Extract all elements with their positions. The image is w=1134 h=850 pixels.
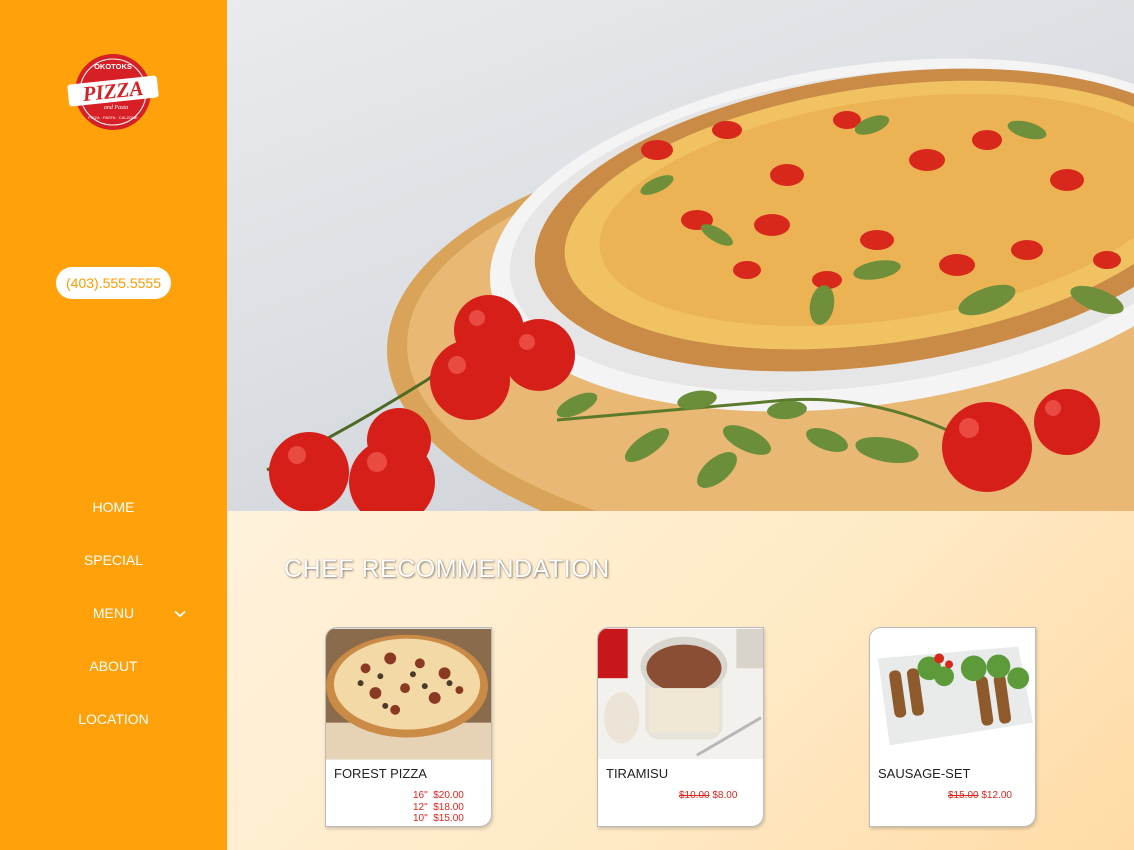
- sausage-set-image: [870, 628, 1035, 760]
- forest-pizza-image: [326, 628, 491, 760]
- sidebar: OKOTOKS PIZZA and Pasta PIZZA · PASTA · …: [0, 0, 227, 850]
- price-value: $20.00: [433, 790, 464, 801]
- price-row: 10" $15.00: [413, 813, 464, 825]
- sale-price: $12.00: [981, 790, 1012, 801]
- price-list: 16" $20.00 12" $18.00 10" $15.00: [413, 790, 464, 825]
- card-title: FOREST PIZZA: [334, 766, 427, 781]
- nav-location[interactable]: LOCATION: [0, 693, 227, 746]
- old-price: $10.00: [679, 790, 710, 801]
- pizza-hero-illustration: [266, 58, 1134, 511]
- price-size: 10": [413, 813, 428, 824]
- tiramisu-image: [598, 628, 763, 760]
- price-value: $15.00: [433, 813, 464, 824]
- price-size: 12": [413, 801, 428, 813]
- price-line: $10.00 $8.00: [679, 790, 737, 802]
- price-row: 16" $20.00: [413, 790, 464, 802]
- menu-card-sausage-set[interactable]: SAUSAGE-SET $15.00 $12.00: [869, 627, 1036, 827]
- nav-location-label: LOCATION: [78, 711, 149, 727]
- old-price: $15.00: [948, 790, 979, 801]
- price-size: 16": [413, 790, 428, 801]
- phone-number[interactable]: (403).555.5555: [56, 267, 171, 299]
- price-value: $18.00: [433, 801, 464, 813]
- card-title: TIRAMISU: [606, 766, 669, 781]
- price-line: $15.00 $12.00: [948, 790, 1012, 802]
- logo-sub-text: and Pasta: [104, 105, 128, 111]
- price-row: 12" $18.00: [413, 802, 464, 814]
- nav-special-label: SPECIAL: [83, 552, 144, 568]
- nav-home[interactable]: HOME: [0, 481, 227, 534]
- nav-special[interactable]: SPECIAL: [0, 534, 227, 587]
- chef-recommendation-section: CHEF RECOMMENDATION FOREST PIZZA 16" $20…: [227, 511, 1134, 850]
- hero-image: [227, 0, 1134, 511]
- menu-card-forest-pizza[interactable]: FOREST PIZZA 16" $20.00 12" $18.00 10" $…: [325, 627, 492, 827]
- main-nav: HOME SPECIAL MENU ABOUT LOCATION: [0, 481, 227, 746]
- card-title: SAUSAGE-SET: [878, 766, 971, 781]
- nav-about[interactable]: ABOUT: [0, 640, 227, 693]
- nav-home-label: HOME: [92, 499, 135, 515]
- nav-menu[interactable]: MENU: [0, 587, 227, 640]
- sale-price: $8.00: [712, 790, 738, 801]
- chevron-down-icon[interactable]: [173, 587, 187, 640]
- nav-about-label: ABOUT: [89, 658, 138, 674]
- logo-top-text: OKOTOKS: [94, 62, 132, 71]
- section-title: CHEF RECOMMENDATION: [284, 555, 610, 583]
- brand-logo[interactable]: OKOTOKS PIZZA and Pasta PIZZA · PASTA · …: [66, 52, 160, 132]
- nav-menu-label: MENU: [92, 605, 135, 621]
- logo-bottom-text: PIZZA · PASTA · CALZONE: [88, 115, 138, 120]
- menu-card-tiramisu[interactable]: TIRAMISU $10.00 $8.00: [597, 627, 764, 827]
